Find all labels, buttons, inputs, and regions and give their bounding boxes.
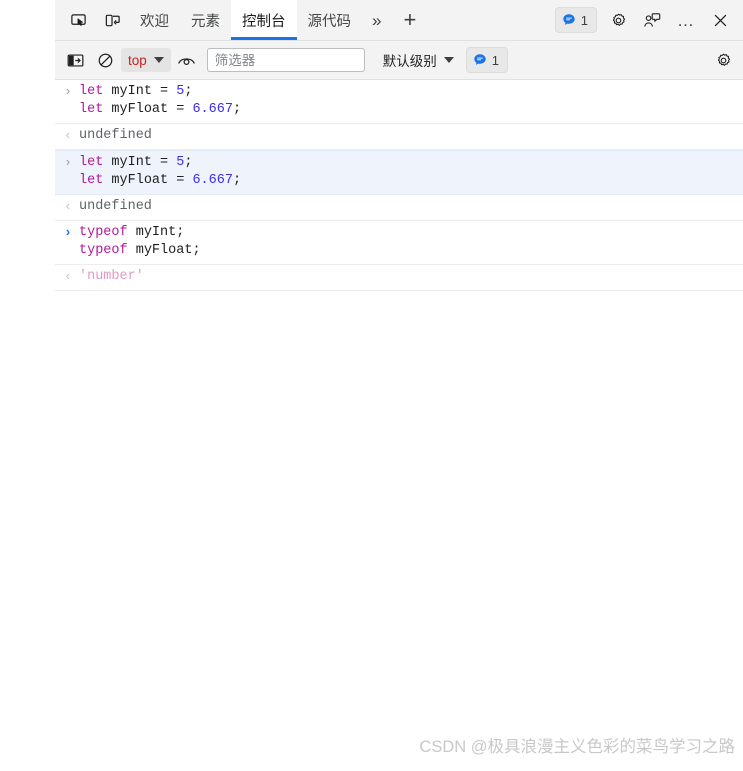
tab-sources[interactable]: 源代码 — [297, 0, 363, 40]
message-bubble-icon — [563, 14, 575, 25]
tab-welcome[interactable]: 欢迎 — [129, 0, 180, 40]
log-level-select[interactable]: 默认级别 — [377, 48, 460, 72]
page-left-gutter — [0, 0, 55, 769]
message-bubble-icon — [474, 54, 486, 65]
issues-badge-top[interactable]: 1 — [554, 7, 597, 33]
filter-input[interactable] — [206, 48, 365, 72]
console-code-line: › let myInt = 5; — [55, 154, 743, 172]
chevron-down-icon — [153, 57, 164, 63]
devtools-panel: 欢迎 元素 控制台 源代码 » + 1 … top 筛选器 默认级别 1 › l… — [55, 0, 743, 771]
output-prompt-icon: ‹ — [64, 199, 72, 214]
clear-console-icon[interactable] — [91, 47, 119, 73]
feedback-icon[interactable] — [637, 6, 667, 34]
javascript-context-label: top — [128, 52, 147, 68]
more-options-label: … — [677, 10, 695, 30]
console-result-entry[interactable]: ‹ 'number' — [55, 265, 743, 291]
console-command-entry[interactable]: › typeof myInt; typeof myFloat; — [55, 221, 743, 265]
devtools-window: 欢迎 元素 控制台 源代码 » + 1 … top 筛选器 默认级别 1 › l… — [0, 0, 743, 771]
tab-elements-label: 元素 — [191, 13, 220, 30]
more-tabs-chevron-icon[interactable]: » — [362, 0, 391, 40]
tab-console-label: 控制台 — [242, 13, 286, 30]
tab-welcome-label: 欢迎 — [140, 13, 169, 30]
filter-input-wrapper — [206, 48, 365, 72]
console-code-line: let myFloat = 6.667; — [55, 101, 743, 119]
inspect-element-icon[interactable] — [63, 6, 93, 34]
more-options-button[interactable]: … — [671, 6, 701, 34]
issues-count-console: 1 — [491, 52, 500, 68]
tab-elements[interactable]: 元素 — [180, 0, 231, 40]
watermark: CSDN @极具浪漫主义色彩的菜鸟学习之路 — [419, 738, 735, 756]
gear-icon[interactable] — [603, 6, 633, 34]
devtools-tabstrip: 欢迎 元素 控制台 源代码 » + 1 … — [55, 0, 743, 41]
console-command-entry[interactable]: › let myInt = 5; let myFloat = 6.667; — [55, 80, 743, 124]
tabstrip-left-group: 欢迎 元素 控制台 源代码 » + — [55, 0, 551, 40]
issues-badge-console[interactable]: 1 — [465, 47, 509, 73]
console-result-entry[interactable]: ‹ undefined — [55, 195, 743, 221]
input-prompt-icon: › — [64, 225, 72, 240]
tabstrip-right-group: 1 … — [551, 0, 743, 40]
console-code-line: let myFloat = 6.667; — [55, 172, 743, 190]
tab-console[interactable]: 控制台 — [231, 0, 297, 40]
console-result-entry[interactable]: ‹ undefined — [55, 124, 743, 150]
javascript-context-select[interactable]: top — [121, 48, 171, 72]
console-settings-gear-icon[interactable] — [709, 47, 737, 73]
console-code-text: typeof myFloat; — [79, 243, 201, 258]
console-message-list[interactable]: › let myInt = 5; let myFloat = 6.667; ‹ unde… — [55, 80, 743, 771]
eye-icon[interactable] — [173, 47, 201, 73]
chevron-down-icon — [443, 57, 454, 63]
console-code-text: let myInt = 5; — [79, 155, 193, 170]
tab-sources-label: 源代码 — [307, 13, 352, 30]
console-command-entry[interactable]: › let myInt = 5; let myFloat = 6.667; — [55, 150, 743, 195]
input-prompt-icon: › — [64, 155, 72, 170]
console-result-line: ‹ undefined — [55, 198, 743, 216]
add-tab-label: + — [403, 7, 417, 32]
add-tab-button[interactable]: + — [391, 0, 428, 40]
console-code-text: typeof myInt; — [79, 225, 185, 240]
console-code-line: › let myInt = 5; — [55, 83, 743, 101]
console-code-text: let myInt = 5; — [79, 84, 193, 99]
close-icon[interactable] — [705, 6, 735, 34]
console-result-value: undefined — [79, 199, 152, 214]
issues-count-top: 1 — [580, 12, 588, 28]
console-result-value: undefined — [79, 128, 152, 143]
console-sidebar-toggle-icon[interactable] — [61, 47, 89, 73]
console-toolbar: top 默认级别 — [55, 41, 743, 80]
input-prompt-icon: › — [64, 84, 72, 99]
device-toolbar-icon[interactable] — [97, 6, 127, 34]
console-code-line: typeof myFloat; — [55, 242, 743, 260]
console-code-line: › typeof myInt; — [55, 224, 743, 242]
console-result-line: ‹ undefined — [55, 127, 743, 145]
output-prompt-icon: ‹ — [64, 128, 72, 143]
console-result-line: ‹ 'number' — [55, 268, 743, 286]
log-level-label: 默认级别 — [382, 54, 437, 69]
console-code-text: let myFloat = 6.667; — [79, 173, 242, 188]
output-prompt-icon: ‹ — [64, 269, 72, 284]
console-result-value: 'number' — [79, 269, 144, 284]
console-code-text: let myFloat = 6.667; — [79, 102, 242, 117]
more-tabs-label: » — [372, 10, 382, 30]
